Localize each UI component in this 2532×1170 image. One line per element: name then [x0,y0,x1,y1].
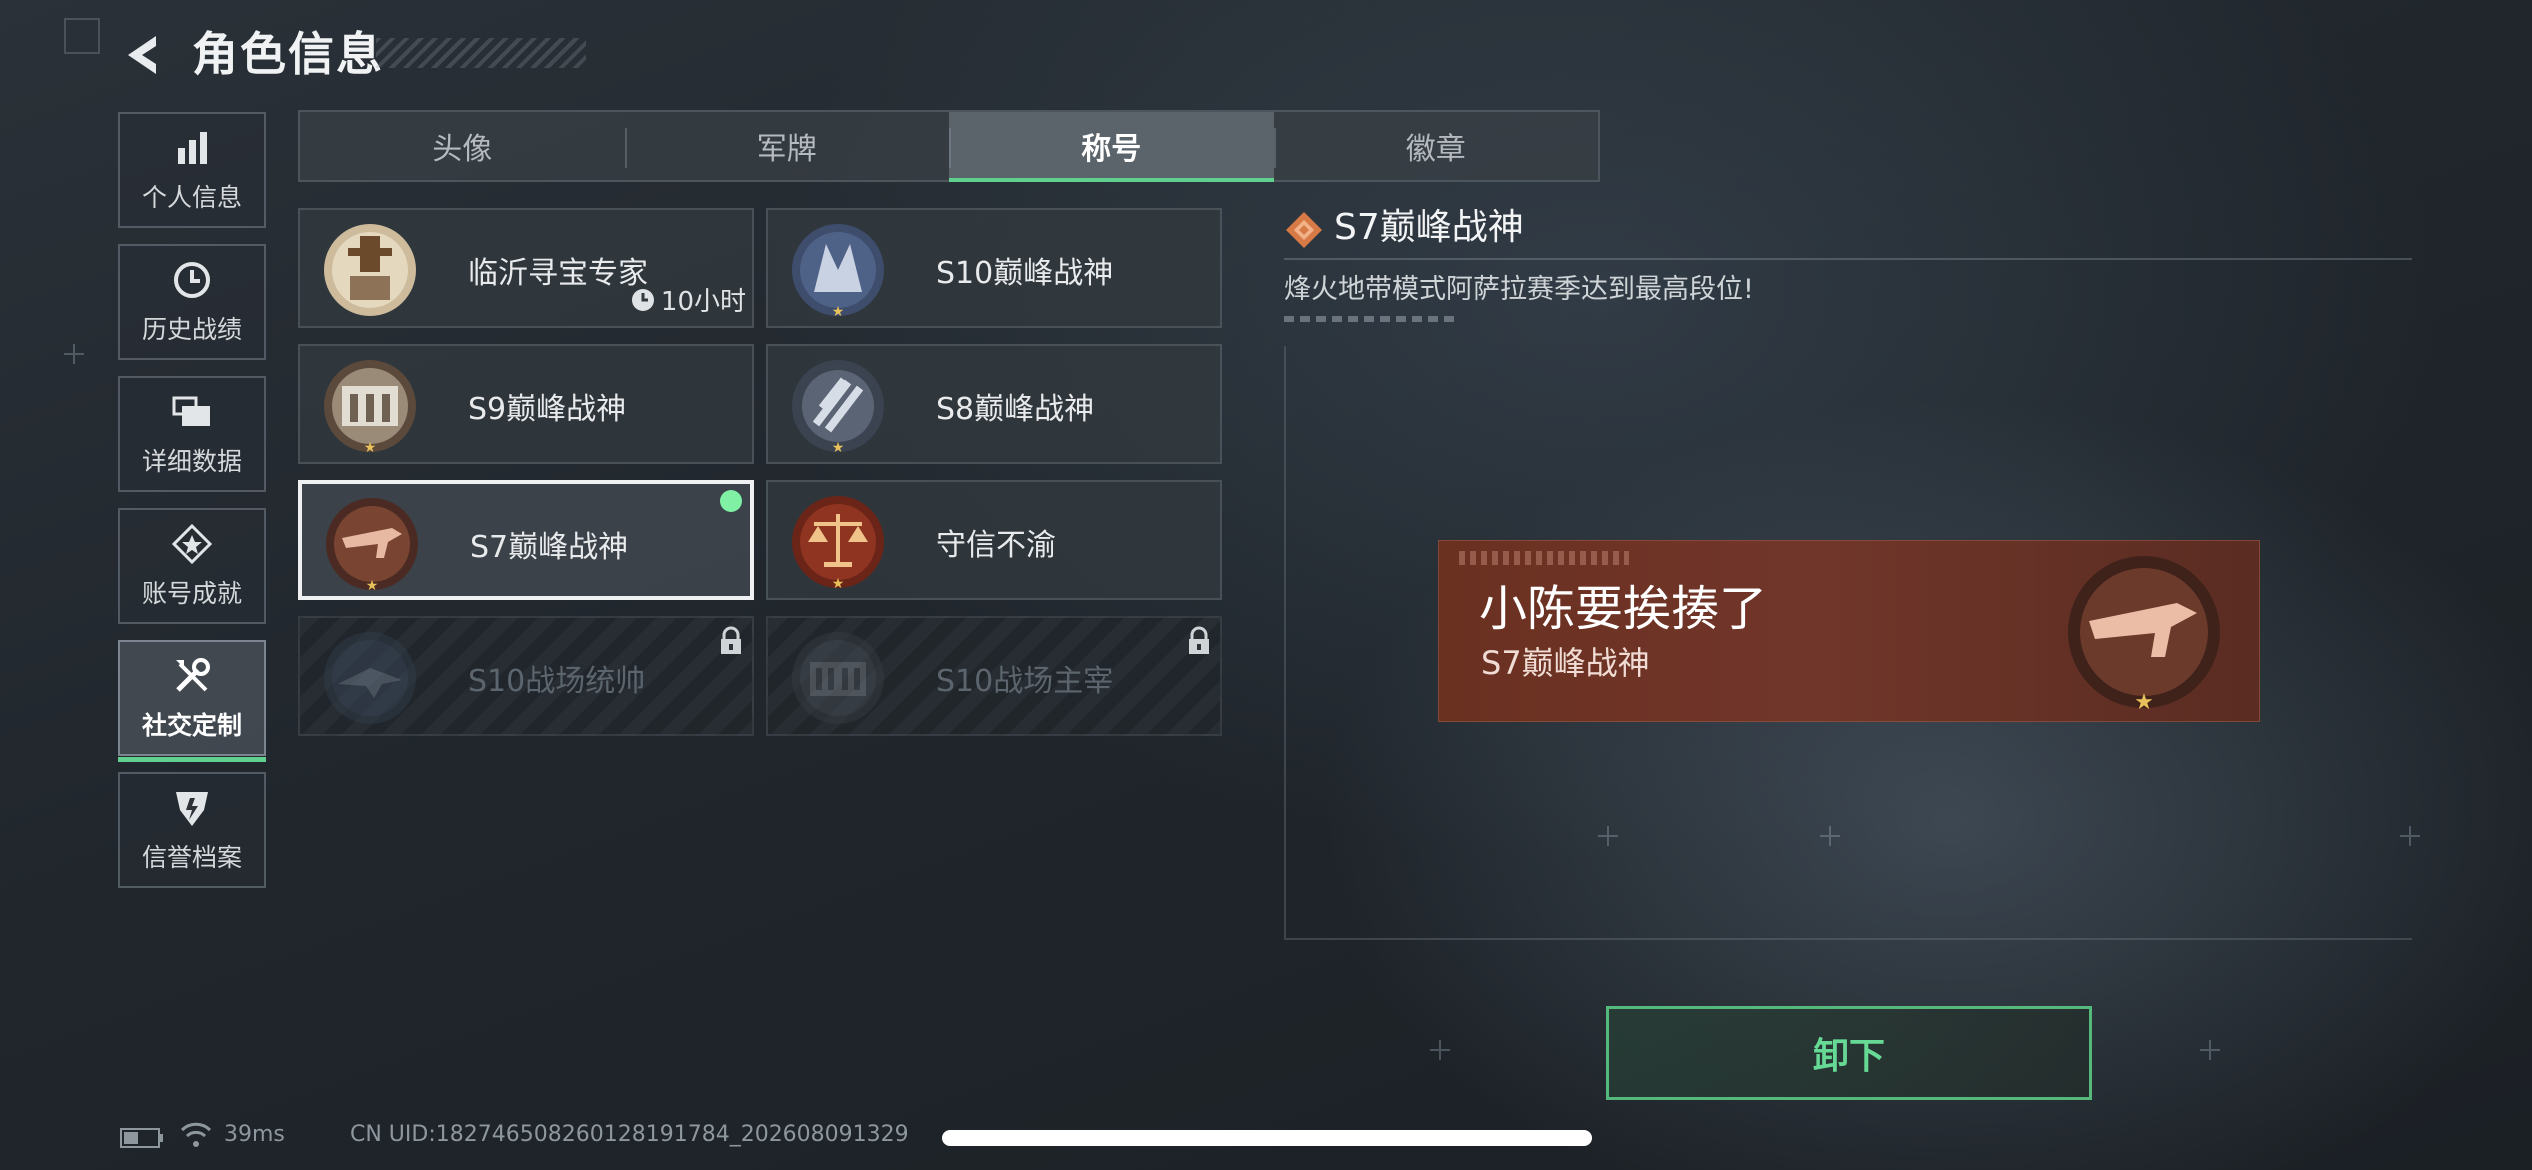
sidebar-item-label: 个人信息 [141,183,242,212]
title-preview-plate: 小陈要挨揍了 S7巅峰战神 ★ [1438,540,2260,722]
clock-icon [631,288,654,311]
sidebar-item-detailed-data[interactable]: 详细数据 [118,376,266,492]
tab-dog-tag[interactable]: 军牌 [624,112,950,180]
title-name: 临沂寻宝专家 [468,256,648,291]
sidebar-item-label: 历史战绩 [141,315,242,344]
folder-stack-icon [172,396,210,426]
preview-title-name: S7巅峰战神 [1481,644,1650,682]
title-name: S9巅峰战神 [468,392,627,427]
svg-text:★: ★ [832,304,845,320]
achievement-icon [171,523,213,565]
sidebar-item-match-history[interactable]: 历史战绩 [118,244,266,360]
title-card-s8-peak[interactable]: ★ S8巅峰战神 [766,344,1222,464]
tab-badge[interactable]: 徽章 [1273,112,1599,180]
s7-peak-badge: ★ [2068,556,2220,715]
battery-icon [120,1128,163,1148]
title-name: S8巅峰战神 [936,392,1095,427]
sidebar-item-personal-info[interactable]: 个人信息 [118,112,266,228]
sidebar-item-label: 详细数据 [141,447,242,476]
detail-description: 烽火地带模式阿萨拉赛季达到最高段位! [1284,274,1754,305]
plate-decor [1459,551,1629,565]
ping-text: 39ms [224,1122,285,1147]
title-timer: 10小时 [631,281,746,318]
title-name: S10巅峰战神 [936,256,1114,291]
unequip-button[interactable]: 卸下 [1606,1006,2092,1100]
title-card-s10-dominator[interactable]: S10战场主宰 [766,616,1222,736]
s7-peak-badge: ★ [326,498,418,594]
title-card-s9-peak[interactable]: ★ S9巅峰战神 [298,344,754,464]
s10-dominator-badge [792,632,884,724]
wifi-icon [180,1122,212,1147]
title-decor [376,38,586,68]
title-name: 守信不渝 [936,528,1056,563]
title-name: S7巅峰战神 [470,530,629,565]
lock-icon [721,626,741,654]
s9-peak-badge: ★ [324,360,416,456]
home-indicator[interactable] [942,1130,1592,1146]
lu-seal-badge [324,224,416,316]
title-card-linyi-treasure[interactable]: 临沂寻宝专家 10小时 [298,208,754,328]
sidebar-item-label: 社交定制 [141,711,242,740]
detail-decor [1284,316,1454,322]
bar-chart-icon [178,132,207,164]
corner-decor [64,18,100,54]
lock-icon [1189,626,1209,654]
crosshair-decor [2200,1040,2220,1060]
svg-text:★: ★ [832,440,845,456]
sidebar-item-achievements[interactable]: 账号成就 [118,508,266,624]
title-card-s7-peak[interactable]: ★ S7巅峰战神 [298,480,754,600]
svg-text:★: ★ [364,440,377,456]
sidebar-item-social-custom[interactable]: 社交定制 [118,640,266,762]
sidebar-item-label: 账号成就 [141,579,242,608]
title-card-keep-faith[interactable]: ★ 守信不渝 [766,480,1222,600]
category-tabs: 头像 军牌 称号 徽章 [298,110,1600,182]
scales-badge: ★ [792,496,884,592]
tab-title[interactable]: 称号 [949,112,1274,182]
svg-text:★: ★ [832,576,845,592]
s8-peak-badge: ★ [792,360,884,456]
tools-icon [176,658,210,692]
diamond-title-icon [1286,212,1322,248]
tab-avatar[interactable]: 头像 [300,112,625,180]
sidebar-item-label: 信誉档案 [141,843,242,872]
svg-text:★: ★ [2134,690,2154,715]
svg-text:★: ★ [366,578,379,594]
clock-history-icon [174,262,210,298]
detail-divider [1284,258,2412,260]
back-arrow-icon [128,36,156,74]
crosshair-decor [64,344,84,364]
title-name: S10战场统帅 [468,664,646,699]
reputation-shield-icon [176,792,208,826]
back-button[interactable] [118,30,166,80]
s10-peak-badge: ★ [792,224,884,320]
title-card-s10-peak[interactable]: ★ S10巅峰战神 [766,208,1222,328]
title-name: S10战场主宰 [936,664,1114,699]
crosshair-decor [1430,1040,1450,1060]
timer-text: 10小时 [660,287,746,317]
detail-title: S7巅峰战神 [1334,207,1524,248]
equipped-indicator [720,490,742,512]
title-card-s10-commander[interactable]: S10战场统帅 [298,616,754,736]
sidebar-item-reputation[interactable]: 信誉档案 [118,772,266,888]
uid-text: CN UID:182746508260128191784_20260809132… [350,1122,909,1147]
page-title: 角色信息 [192,27,384,81]
preview-player-name: 小陈要挨揍了 [1479,581,1768,637]
s10-commander-badge [324,632,416,724]
